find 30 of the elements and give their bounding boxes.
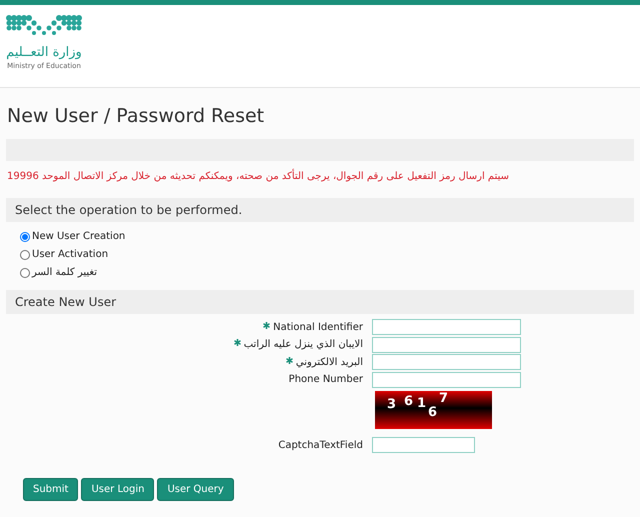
radio-label[interactable]: تغيير كلمة السر [32, 265, 97, 280]
field-label: الايبان الذي ينزل عليه الراتب [244, 338, 363, 352]
field-label: البريد الالكتروني [296, 356, 363, 370]
radio-button[interactable] [20, 232, 30, 242]
radio-button[interactable] [20, 268, 30, 278]
action-button[interactable]: Submit [23, 478, 78, 501]
page-title: New User / Password Reset [7, 104, 266, 129]
captcha-digit: 1 [417, 396, 426, 412]
field-label: Phone Number [288, 373, 363, 388]
radio-button[interactable] [20, 250, 30, 260]
section-heading: Select the operation to be performed. [6, 198, 634, 222]
logo-text: وزارة التعــليم [6, 45, 82, 61]
section-heading: Create New User [6, 290, 634, 314]
action-button[interactable]: User Query [157, 478, 234, 501]
captcha-digit: 7 [439, 390, 448, 406]
logo-dots-icon [6, 15, 82, 37]
radio-label[interactable]: User Activation [32, 247, 108, 262]
notice-text: سيتم ارسال رمز التفعيل على رقم الجوال، يرجى التأكد من صحته، ويمكنكم تحديثه من خلال مركز الاتصال الموحد 19996 [7, 168, 510, 184]
text-field[interactable] [372, 354, 521, 370]
text-field[interactable] [372, 372, 521, 388]
captcha-digit: 6 [428, 404, 438, 420]
action-button[interactable]: User Login [81, 478, 154, 501]
field-label: National Identifier [273, 320, 363, 335]
text-field[interactable] [372, 336, 521, 353]
captcha-digit: 3 [387, 396, 396, 412]
captcha-digit: 6 [404, 394, 414, 410]
radio-label[interactable]: New User Creation [32, 229, 126, 244]
field-label: CaptchaTextField [278, 438, 363, 453]
text-field[interactable] [372, 319, 521, 336]
captcha-field[interactable] [372, 437, 475, 454]
